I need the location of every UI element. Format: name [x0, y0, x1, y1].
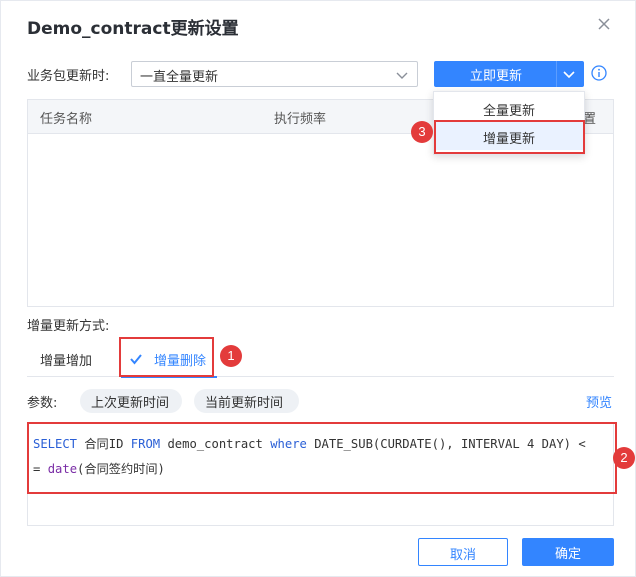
update-time-label: 业务包更新时: [27, 69, 110, 84]
dialog-header: Demo_contract更新设置 [1, 1, 635, 49]
confirm-label: 确定 [554, 547, 581, 562]
dropdown-item-label: 全量更新 [483, 104, 536, 119]
annotation-badge-3: 3 [411, 121, 433, 143]
update-now-label: 立即更新 [470, 69, 523, 84]
annotation-box-1 [119, 337, 214, 377]
dropdown-item-full-update[interactable]: 全量更新 [434, 94, 584, 122]
tab-label: 增量增加 [40, 354, 93, 369]
confirm-button[interactable]: 确定 [522, 538, 614, 566]
chevron-down-icon[interactable] [562, 67, 576, 81]
update-settings-dialog: Demo_contract更新设置 业务包更新时: 一直全量更新 立即更新 任务… [0, 0, 636, 577]
cancel-button[interactable]: 取消 [418, 538, 508, 566]
increment-mode-label: 增量更新方式: [27, 319, 110, 334]
annotation-badge-2: 2 [613, 447, 635, 469]
update-now-button[interactable]: 立即更新 [434, 61, 584, 87]
preview-link[interactable]: 预览 [586, 392, 612, 411]
param-chip-last-update-time[interactable]: 上次更新时间 [80, 389, 182, 413]
update-mode-value: 一直全量更新 [140, 70, 219, 85]
tab-increment-add[interactable]: 增量增加 [27, 339, 111, 377]
chip-label: 当前更新时间 [205, 396, 284, 411]
annotation-badge-1: 1 [220, 345, 242, 367]
info-icon[interactable] [591, 65, 607, 81]
column-header-frequency: 执行频率 [274, 112, 327, 127]
chip-label: 上次更新时间 [91, 396, 170, 411]
update-mode-select[interactable]: 一直全量更新 [131, 61, 418, 87]
annotation-box-2 [27, 422, 617, 494]
dialog-title: Demo_contract更新设置 [27, 19, 239, 39]
column-header-task-name: 任务名称 [40, 112, 93, 127]
params-label: 参数: [27, 396, 58, 411]
chevron-down-icon [396, 72, 408, 79]
cancel-label: 取消 [449, 548, 476, 563]
increment-tabs: 增量增加 增量删除 [27, 339, 614, 378]
button-divider [556, 61, 557, 87]
annotation-box-3 [434, 120, 585, 154]
param-chip-current-update-time[interactable]: 当前更新时间 [194, 389, 299, 413]
close-icon[interactable] [593, 13, 615, 35]
